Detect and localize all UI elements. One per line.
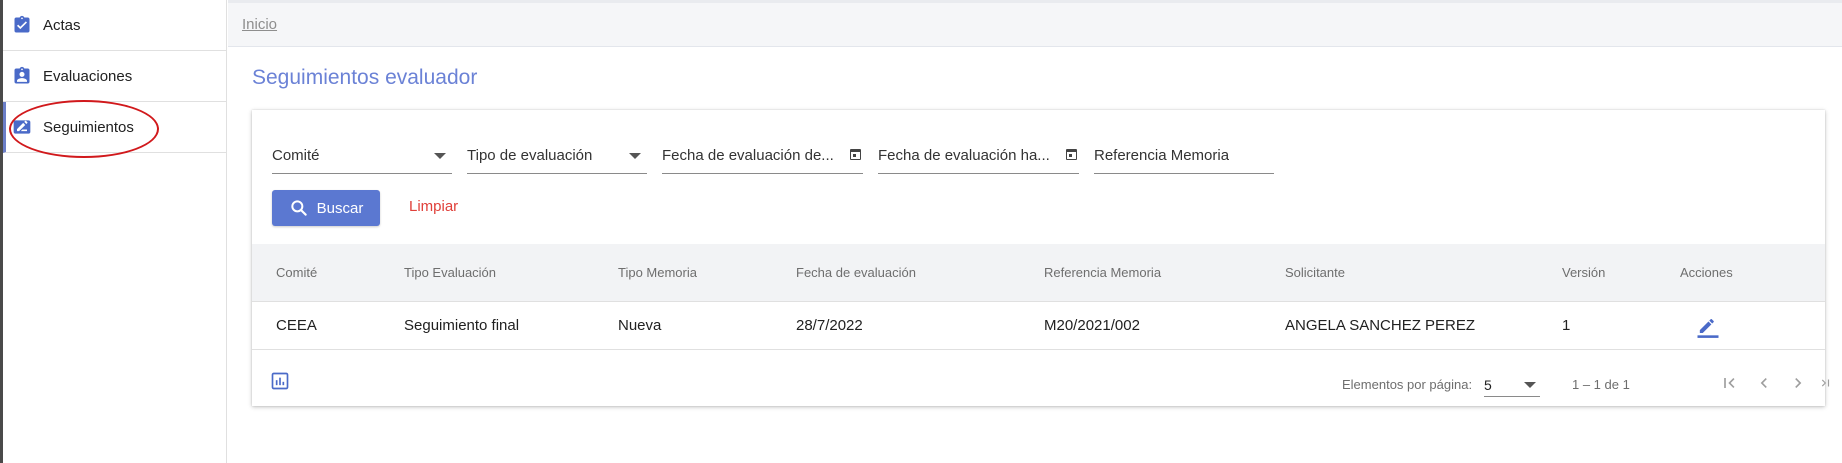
fecha-hasta-label: Fecha de evaluación ha... [878,147,1050,164]
dropdown-arrow-icon [629,153,641,159]
sidebar-item-label: Actas [43,16,81,34]
main-content: Inicio Seguimientos evaluador Comité Tip… [228,0,1842,463]
dropdown-arrow-icon [434,153,446,159]
referencia-memoria-input[interactable]: Referencia Memoria [1094,138,1274,174]
sidebar-item-seguimientos[interactable]: Seguimientos [3,102,226,153]
search-card: Comité Tipo de evaluación Fecha de evalu… [252,110,1830,406]
column-header-acciones: Acciones [1680,265,1733,280]
cell-comite: CEEA [276,317,317,334]
tipo-evaluacion-select-label: Tipo de evaluación [467,147,593,164]
tipo-evaluacion-select[interactable]: Tipo de evaluación [467,138,647,174]
pencil-box-icon [11,116,33,138]
column-header-solicitante[interactable]: Solicitante [1285,265,1345,280]
sidebar-item-label: Evaluaciones [43,67,133,85]
breadcrumb-bar: Inicio [228,0,1842,47]
fecha-desde-label: Fecha de evaluación de... [662,147,834,164]
cell-referencia-memoria: M20/2021/002 [1044,317,1140,334]
previous-page-icon[interactable] [1750,369,1778,397]
column-header-comite[interactable]: Comité [276,265,317,280]
items-per-page-label: Elementos por página: [1342,377,1473,392]
fecha-desde-field[interactable]: Fecha de evaluación de... [662,138,863,174]
dropdown-arrow-icon [1524,382,1536,388]
page-size-value: 5 [1484,377,1492,393]
search-icon [290,200,307,216]
sidebar-item-evaluaciones[interactable]: Evaluaciones [3,51,226,102]
app-window: Actas Evaluaciones Seguimientos Inicio S… [0,0,1842,463]
cell-solicitante: ANGELA SANCHEZ PEREZ [1285,317,1476,334]
calendar-icon[interactable] [1066,149,1077,160]
breadcrumb-home-link[interactable]: Inicio [242,16,277,33]
column-header-tipo-memoria[interactable]: Tipo Memoria [618,265,697,280]
fecha-hasta-field[interactable]: Fecha de evaluación ha... [878,138,1079,174]
buscar-button[interactable]: Buscar [272,190,380,226]
cell-tipo-memoria: Nueva [618,317,662,334]
column-header-fecha-evaluacion[interactable]: Fecha de evaluación [796,265,916,280]
sidebar: Actas Evaluaciones Seguimientos [3,0,227,463]
clipboard-account-icon [11,65,33,87]
chart-icon[interactable] [270,371,290,394]
results-table: Comité Tipo Evaluación Tipo Memoria Fech… [252,244,1825,350]
comite-select-label: Comité [272,147,320,164]
cell-fecha-evaluacion: 28/7/2022 [796,317,863,334]
page-title: Seguimientos evaluador [252,66,478,89]
last-page-icon[interactable] [1818,369,1832,397]
cell-tipo-evaluacion: Seguimiento final [404,317,520,334]
comite-select[interactable]: Comité [272,138,452,174]
calendar-icon[interactable] [850,149,861,160]
first-page-icon[interactable] [1716,369,1744,397]
clipboard-check-icon [11,14,33,36]
column-header-version[interactable]: Versión [1562,265,1605,280]
referencia-memoria-label: Referencia Memoria [1094,147,1230,164]
filter-bar: Comité Tipo de evaluación Fecha de evalu… [272,138,1289,174]
table-header: Comité Tipo Evaluación Tipo Memoria Fech… [252,244,1825,302]
column-header-referencia-memoria[interactable]: Referencia Memoria [1044,265,1161,280]
table-row: CEEA Seguimiento final Nueva 28/7/2022 M… [252,302,1825,350]
sidebar-item-label: Seguimientos [43,118,134,136]
limpiar-button[interactable]: Limpiar [409,198,458,215]
column-header-tipo-evaluacion[interactable]: Tipo Evaluación [404,265,496,280]
paginator: Elementos por página: 5 1 – 1 de 1 [252,350,1830,406]
page-size-select[interactable]: 5 [1484,371,1540,397]
page-range: 1 – 1 de 1 [1572,377,1630,392]
edit-icon[interactable] [1694,312,1722,343]
cell-version: 1 [1562,317,1571,334]
next-page-icon[interactable] [1784,369,1812,397]
buscar-button-label: Buscar [316,199,364,217]
sidebar-item-actas[interactable]: Actas [3,0,226,51]
